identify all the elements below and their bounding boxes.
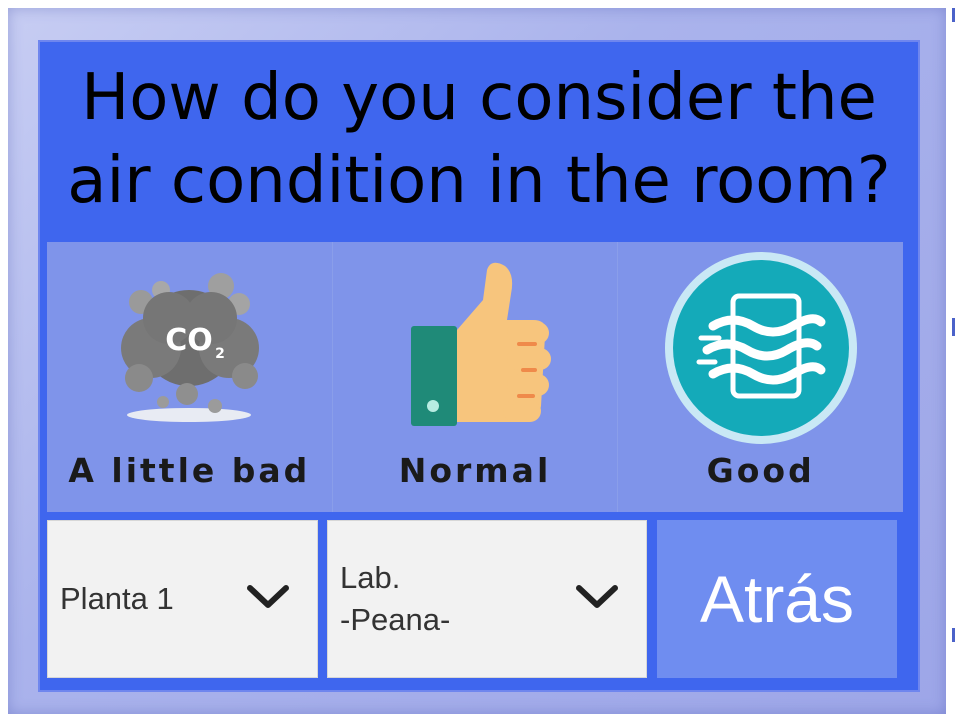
svg-text:2: 2: [215, 346, 225, 362]
fresh-air-icon: [661, 252, 861, 452]
window-frame: How do you consider the air condition in…: [8, 8, 955, 714]
option-label: Normal: [398, 451, 552, 490]
frame-edge-mark: [952, 628, 955, 642]
location-selectors: Planta 1 Lab. -Peana- Atrás: [47, 520, 907, 678]
room-select-value: Lab. -Peana-: [340, 560, 451, 637]
options-row: CO 2 A little bad Normal Good: [47, 242, 903, 512]
chevron-down-icon: [574, 583, 620, 615]
co2-cloud-icon: CO 2: [99, 260, 279, 434]
room-select[interactable]: Lab. -Peana-: [327, 520, 647, 678]
option-normal[interactable]: Normal: [331, 242, 618, 512]
frame-edge-mark: [952, 318, 955, 336]
floor-select[interactable]: Planta 1: [47, 520, 318, 678]
chevron-down-icon: [245, 583, 291, 615]
option-label: Good: [706, 451, 815, 490]
frame-edge-mark: [952, 8, 955, 22]
option-good[interactable]: Good: [617, 242, 903, 512]
back-button[interactable]: Atrás: [657, 520, 897, 678]
floor-select-value: Planta 1: [60, 581, 174, 617]
question-title: How do you consider the air condition in…: [67, 60, 891, 218]
survey-panel: How do you consider the air condition in…: [38, 40, 920, 692]
thumbs-up-icon: [385, 260, 565, 434]
option-label: A little bad: [68, 451, 311, 490]
option-a-little-bad[interactable]: CO 2 A little bad: [47, 242, 332, 512]
svg-text:CO: CO: [166, 323, 214, 358]
